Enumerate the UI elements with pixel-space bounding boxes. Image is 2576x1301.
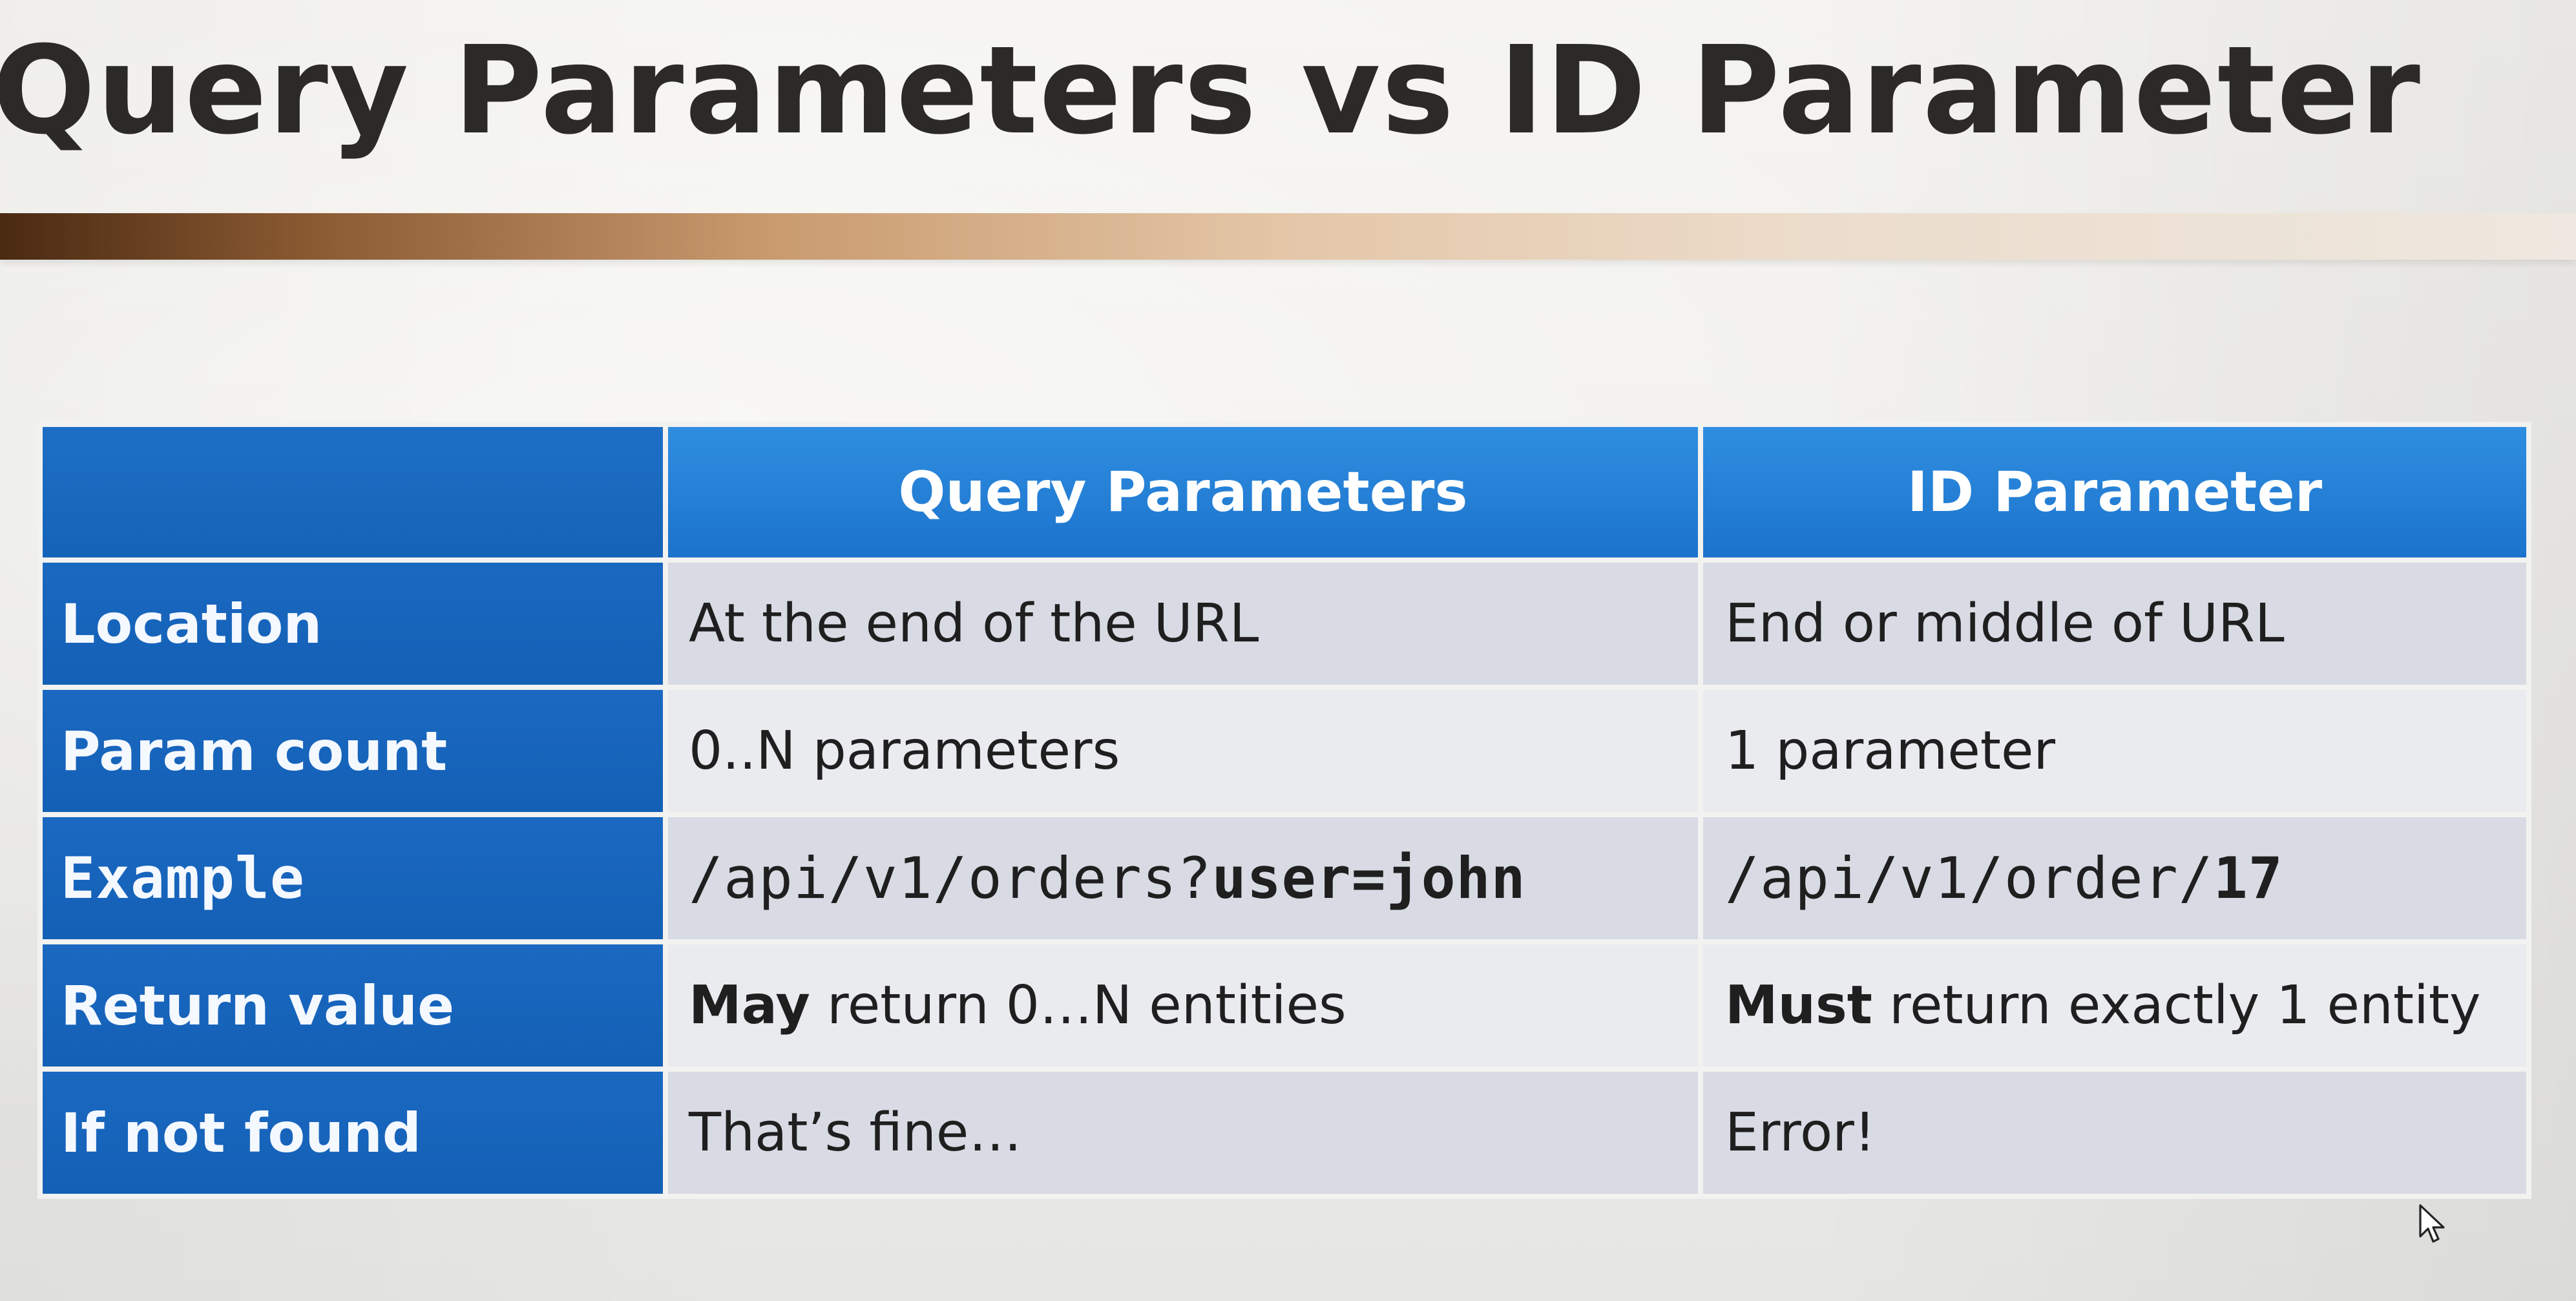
title-divider [0,213,2576,260]
header-id-parameter: ID Parameter [1698,422,2531,563]
query-example-url: /api/v1/orders?user=john [689,845,1526,911]
cell-query-if-not-found: That’s fine… [663,1067,1703,1199]
row-label-location: Location [37,557,668,690]
query-return-text: return 0…N entities [810,975,1346,1036]
id-example-url: /api/v1/order/17 [1725,845,2283,911]
row-label-param-count: Param count [37,685,668,817]
header-query-parameters: Query Parameters [663,422,1703,563]
cell-id-example: /api/v1/order/17 [1698,812,2531,944]
table-header-row: Query Parameters ID Parameter [37,422,2531,563]
id-example-id: 17 [2213,845,2283,911]
row-label-return-value: Return value [37,939,668,1072]
cell-id-param-count: 1 parameter [1698,685,2531,817]
cell-id-location: End or middle of URL [1698,557,2531,690]
cell-id-if-not-found: Error! [1698,1067,2531,1199]
table-row: If not found That’s fine… Error! [37,1067,2531,1199]
row-label-if-not-found: If not found [37,1067,668,1199]
table-row: Location At the end of the URL End or mi… [37,557,2531,690]
row-label-example-text: Example [61,845,305,911]
page-title: Query Parameters vs ID Parameter [0,20,2422,161]
comparison-table: Query Parameters ID Parameter Location A… [37,422,2531,1199]
query-return-emphasis: May [689,975,810,1036]
row-label-example: Example [37,812,668,944]
query-example-param: user=john [1211,845,1526,911]
cell-query-example: /api/v1/orders?user=john [663,812,1703,944]
id-return-text: return exactly 1 entity [1872,975,2481,1036]
query-example-path: /api/v1/orders? [689,845,1212,911]
cell-query-param-count: 0..N parameters [663,685,1703,817]
cell-query-location: At the end of the URL [663,557,1703,690]
cell-query-return-value: May return 0…N entities [663,939,1703,1072]
table-row: Return value May return 0…N entities Mus… [37,939,2531,1072]
table-row: Example /api/v1/orders?user=john /api/v1… [37,812,2531,944]
slide: Query Parameters vs ID Parameter Query P… [0,0,2576,1301]
table-row: Param count 0..N parameters 1 parameter [37,685,2531,817]
id-example-path: /api/v1/order/ [1725,845,2214,911]
id-return-emphasis: Must [1725,975,1872,1036]
cell-id-return-value: Must return exactly 1 entity [1698,939,2531,1072]
header-corner-cell [37,422,668,563]
mouse-pointer-icon [2419,1204,2445,1243]
